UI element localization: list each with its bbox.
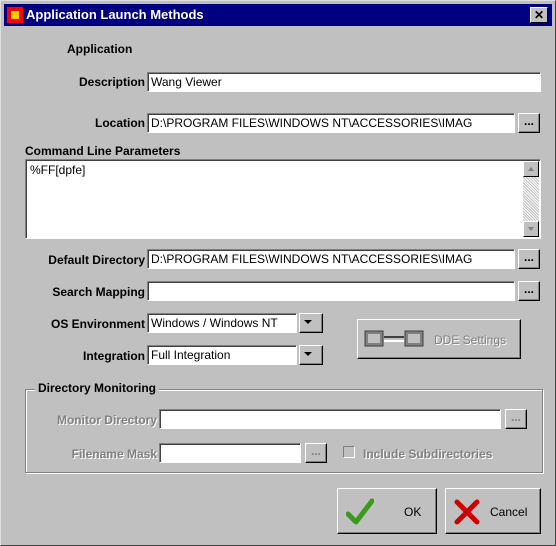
integration-dropdown-icon[interactable] (299, 345, 323, 365)
os-environment-dropdown-icon[interactable] (299, 313, 323, 333)
location-browse-button[interactable]: ... (518, 113, 540, 133)
directory-monitoring-title: Directory Monitoring (35, 381, 160, 395)
include-subdirectories-checkbox[interactable] (343, 446, 355, 458)
dde-settings-button[interactable]: DDE Settings (357, 319, 521, 359)
default-directory-browse-button[interactable]: ... (518, 249, 540, 269)
command-line-textarea[interactable]: %FF[dpfe] (25, 159, 541, 239)
search-mapping-browse-button[interactable]: ... (518, 281, 540, 301)
monitor-directory-label: Monitor Directory (56, 413, 157, 427)
filename-mask-label: Filename Mask (71, 447, 157, 461)
dde-link-icon (364, 330, 424, 347)
title-bar: Application Launch Methods ✕ (4, 4, 552, 26)
location-field[interactable]: D:\PROGRAM FILES\WINDOWS NT\ACCESSORIES\… (147, 113, 515, 133)
location-label: Location (95, 116, 145, 130)
checkmark-icon (346, 498, 374, 525)
cancel-button[interactable]: Cancel (445, 488, 541, 534)
search-mapping-label: Search Mapping (52, 285, 145, 299)
ok-label: OK (404, 505, 422, 519)
description-label: Description (78, 75, 145, 89)
ok-button[interactable]: OK (337, 488, 437, 534)
search-mapping-field[interactable] (147, 281, 515, 301)
application-heading: Application (67, 42, 133, 56)
red-x-icon (454, 499, 480, 525)
command-line-label: Command Line Parameters (25, 144, 181, 158)
scroll-up-icon[interactable] (523, 161, 539, 177)
integration-label: Integration (83, 349, 145, 363)
integration-select[interactable]: Full Integration (147, 345, 297, 365)
default-directory-label: Default Directory (48, 253, 145, 267)
command-line-scrollbar[interactable] (523, 161, 539, 237)
scroll-down-icon[interactable] (523, 221, 539, 237)
os-environment-select[interactable]: Windows / Windows NT (147, 313, 297, 333)
dde-settings-label: DDE Settings (434, 333, 507, 347)
command-line-text: %FF[dpfe] (30, 163, 86, 177)
filename-mask-browse-button[interactable]: ... (305, 443, 327, 463)
app-icon (7, 7, 23, 23)
cancel-label: Cancel (490, 505, 528, 519)
filename-mask-field[interactable] (159, 443, 301, 463)
default-directory-field[interactable]: D:\PROGRAM FILES\WINDOWS NT\ACCESSORIES\… (147, 249, 515, 269)
include-subdirectories-label: Include Subdirectories (363, 447, 493, 461)
description-field[interactable]: Wang Viewer (147, 72, 541, 92)
monitor-directory-field[interactable] (159, 409, 501, 429)
window-title: Application Launch Methods (26, 7, 204, 22)
close-button[interactable]: ✕ (530, 7, 548, 23)
os-environment-label: OS Environment (50, 317, 145, 331)
monitor-directory-browse-button[interactable]: ... (505, 409, 527, 429)
application-launch-methods-dialog: Application Launch Methods ✕ Application… (0, 0, 556, 546)
